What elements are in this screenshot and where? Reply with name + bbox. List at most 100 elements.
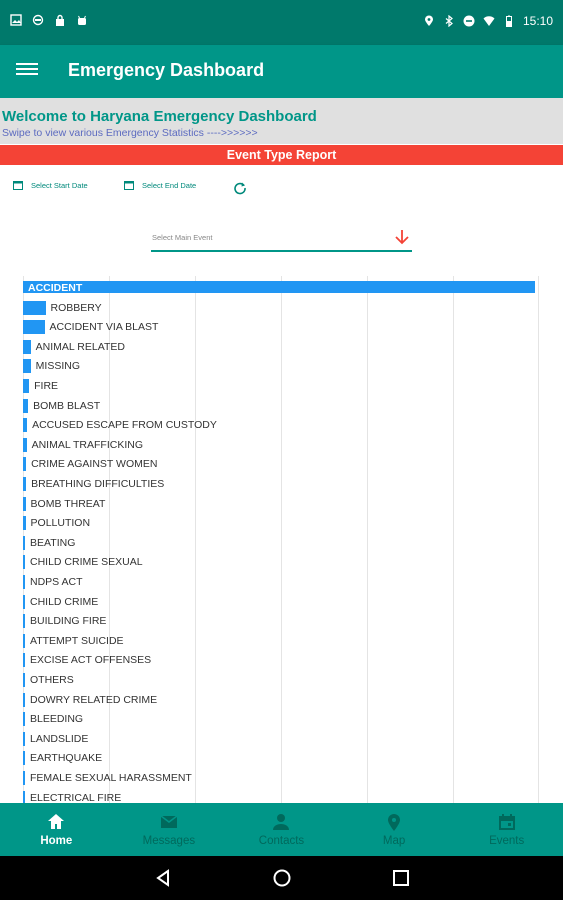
start-date-label: Select Start Date	[31, 180, 88, 190]
hamburger-menu-icon[interactable]	[16, 60, 38, 82]
chart-bar-label: BOMB BLAST	[33, 399, 101, 412]
chart-bar	[23, 300, 46, 315]
chart-bar	[23, 673, 25, 687]
back-icon[interactable]	[153, 868, 173, 888]
chart-bar-label: ELECTRICAL FIRE	[30, 791, 122, 803]
chart-bar	[23, 339, 31, 354]
event-type-chart: ACCIDENT ROBBERY ACCIDENT VIA BLAST ANIMAL …	[23, 276, 539, 803]
chart-bar-label: POLLUTION	[30, 517, 91, 530]
bottom-navigation: Home Messages Contacts Map Events	[0, 803, 563, 856]
chart-bar-label: ACCIDENT	[28, 282, 83, 294]
mail-icon	[160, 815, 178, 828]
chart-bar	[23, 398, 29, 413]
chart-bar	[23, 379, 30, 393]
chart-gridline	[538, 276, 539, 803]
chart-bar-label: ACCUSED ESCAPE FROM CUSTODY	[32, 419, 217, 432]
arrow-down-icon	[395, 230, 409, 245]
nav-item-label: Messages	[142, 835, 196, 847]
chart-bar-row: ATTEMPT SUICIDE	[23, 633, 535, 648]
wifi-icon	[483, 16, 495, 26]
chart-bar-row: EARTHQUAKE	[23, 751, 535, 766]
chart-bar-label: FEMALE SEXUAL HARASSMENT	[30, 772, 192, 784]
chart-bar	[23, 516, 26, 531]
chart-bar-row: ROBBERY	[23, 300, 535, 315]
chart-bar-label: NDPS ACT	[30, 576, 83, 588]
chart-bar-row: MISSING	[23, 359, 535, 374]
chart-bar-row: POLLUTION	[23, 516, 535, 531]
chart-bar-label: DOWRY RELATED CRIME	[30, 693, 158, 706]
chart-bar-row: ANIMAL TRAFFICKING	[23, 437, 535, 452]
chart-bar	[23, 457, 27, 472]
chart-bar	[23, 751, 25, 766]
chart-bar	[23, 653, 25, 668]
main-event-select[interactable]: Select Main Event	[151, 228, 412, 252]
start-date-button[interactable]: Select Start Date	[13, 180, 88, 190]
chart-bar	[23, 437, 27, 452]
chart-bar-row: FIRE	[23, 379, 535, 393]
chart-bar	[23, 771, 25, 785]
chart-bar-label: CHILD CRIME	[30, 595, 99, 608]
refresh-icon[interactable]	[233, 181, 247, 195]
chart-bar-label: LANDSLIDE	[30, 732, 89, 745]
home-circle-icon[interactable]	[272, 868, 292, 888]
chart-bar-label: MISSING	[35, 360, 81, 373]
nav-item-events[interactable]: Events	[450, 803, 563, 856]
nav-item-contacts[interactable]: Contacts	[225, 803, 338, 856]
chart-bar-label: FIRE	[34, 380, 59, 392]
chart-bar-label: ACCIDENT VIA BLAST	[49, 321, 159, 334]
chart-bar	[23, 575, 25, 589]
chart-bar-row: CRIME AGAINST WOMEN	[23, 457, 535, 472]
android-icon	[78, 15, 86, 25]
chart-bar	[23, 731, 25, 746]
chart-bar	[23, 712, 25, 727]
recents-icon[interactable]	[391, 868, 411, 888]
nav-item-home[interactable]: Home	[0, 803, 113, 856]
chart-bar-row: CHILD CRIME SEXUAL	[23, 555, 535, 570]
chart-bar-row: NDPS ACT	[23, 575, 535, 589]
chart-bar	[23, 692, 25, 707]
location-icon	[424, 15, 433, 26]
chart-bar	[23, 594, 25, 609]
person-icon	[273, 814, 290, 830]
chart-bar-label: BREATHING DIFFICULTIES	[31, 478, 165, 490]
chart-bar-row: BREATHING DIFFICULTIES	[23, 477, 535, 491]
main-event-placeholder: Select Main Event	[152, 233, 213, 242]
chart-bar-row: LANDSLIDE	[23, 731, 535, 746]
lock-icon	[56, 14, 64, 26]
home-icon	[48, 814, 65, 829]
chart-bar-row: ELECTRICAL FIRE	[23, 790, 535, 803]
chart-bar	[23, 281, 535, 293]
chart-bar-row: EXCISE ACT OFFENSES	[23, 653, 535, 668]
chart-bar-row: ANIMAL RELATED	[23, 339, 535, 354]
calendar-icon	[13, 181, 23, 190]
chart-bar-label: BUILDING FIRE	[30, 615, 107, 628]
chart-bar-row: BOMB BLAST	[23, 398, 535, 413]
chart-bar-row: BLEEDING	[23, 712, 535, 727]
chart-bar-row: FEMALE SEXUAL HARASSMENT	[23, 771, 535, 785]
welcome-subheading: Swipe to view various Emergency Statisti…	[2, 127, 258, 139]
chart-bar-row: OTHERS	[23, 673, 535, 687]
chart-bar-label: ROBBERY	[50, 301, 102, 314]
app-bar: Emergency Dashboard	[0, 45, 563, 98]
nav-item-label: Map	[382, 835, 406, 847]
system-navigation-bar	[0, 856, 563, 900]
chart-bar-label: EXCISE ACT OFFENSES	[30, 654, 152, 667]
chart-bar-row: BOMB THREAT	[23, 496, 535, 511]
chart-bar-label: ANIMAL RELATED	[35, 340, 125, 353]
welcome-banner: Welcome to Haryana Emergency Dashboard S…	[0, 98, 563, 144]
dnd-icon	[463, 15, 475, 27]
chart-bar-row: CHILD CRIME	[23, 594, 535, 609]
nav-item-messages[interactable]: Messages	[113, 803, 226, 856]
chart-bar-label: ANIMAL TRAFFICKING	[31, 438, 144, 451]
nav-item-map[interactable]: Map	[338, 803, 451, 856]
chart-bar-label: CHILD CRIME SEXUAL	[30, 556, 143, 569]
chart-bar-row: ACCIDENT	[23, 281, 535, 295]
end-date-button[interactable]: Select End Date	[124, 180, 196, 190]
calendar-icon	[498, 814, 515, 830]
nav-item-label: Events	[489, 835, 525, 847]
chart-bar-row: ACCUSED ESCAPE FROM CUSTODY	[23, 418, 535, 433]
chart-bar	[23, 633, 25, 648]
image-icon	[10, 14, 22, 26]
chart-bar-label: EARTHQUAKE	[30, 752, 103, 765]
chart-bar	[23, 614, 25, 629]
